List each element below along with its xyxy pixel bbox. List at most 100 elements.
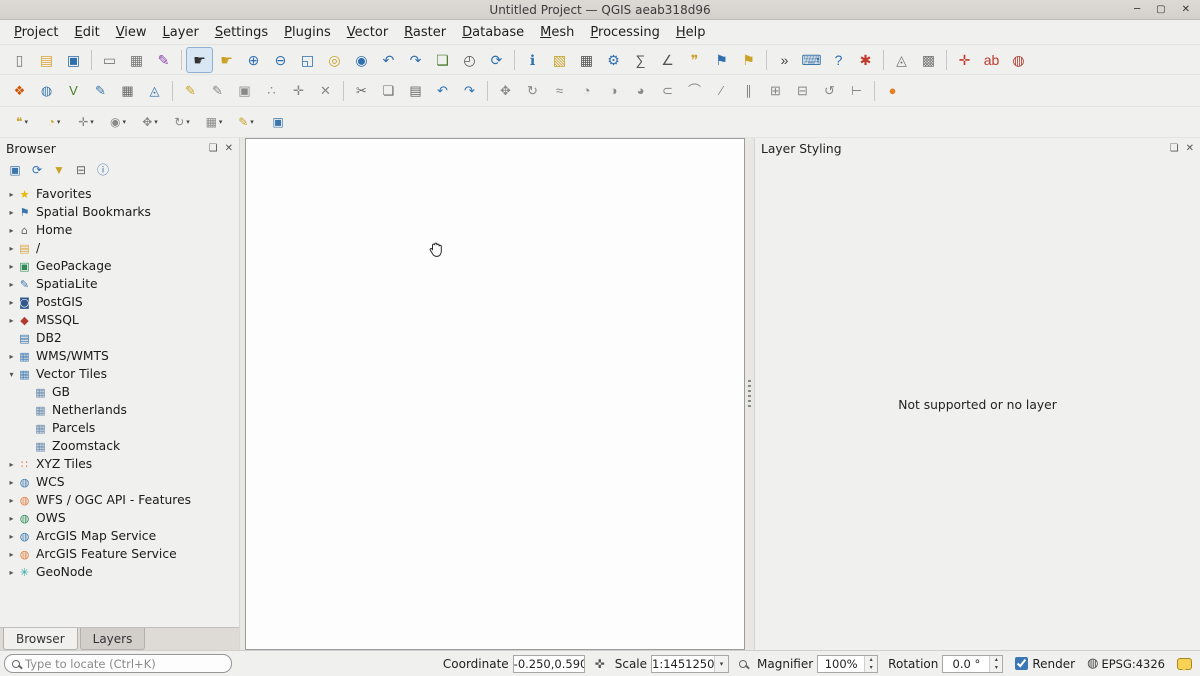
tree-item-netherlands[interactable]: ▦Netherlands bbox=[0, 401, 239, 419]
measure-line-button[interactable]: ∠ bbox=[654, 47, 681, 73]
offset-curve-button[interactable]: ⌒ bbox=[681, 78, 708, 104]
select-features-button[interactable]: ▧ bbox=[546, 47, 573, 73]
trim-extend-button[interactable]: ⊢ bbox=[843, 78, 870, 104]
menu-help[interactable]: Help bbox=[668, 21, 714, 44]
tree-item-geopackage[interactable]: ▸▣GeoPackage bbox=[0, 257, 239, 275]
rotate-point-symbols-button[interactable]: ↺ bbox=[816, 78, 843, 104]
zoom-out-button[interactable]: ⊖ bbox=[267, 47, 294, 73]
magnifier-spinbox[interactable]: ▴ ▾ bbox=[817, 655, 878, 673]
panel-splitter[interactable] bbox=[745, 138, 754, 650]
show-hide-labels-button[interactable]: ◉▾ bbox=[102, 110, 134, 134]
toggle-editing-button[interactable]: ✎ bbox=[204, 78, 231, 104]
scale-input[interactable] bbox=[652, 656, 714, 672]
tree-item-mssql[interactable]: ▸◆MSSQL bbox=[0, 311, 239, 329]
menu-mesh[interactable]: Mesh bbox=[532, 21, 582, 44]
current-edits-button[interactable]: ✎ bbox=[177, 78, 204, 104]
render-checkbox[interactable] bbox=[1015, 657, 1028, 670]
spin-down-icon[interactable]: ▾ bbox=[865, 664, 877, 672]
expander-icon[interactable]: ▸ bbox=[6, 496, 17, 505]
rotation-input[interactable] bbox=[943, 656, 989, 672]
close-button[interactable]: ✕ bbox=[1182, 4, 1190, 15]
expander-icon[interactable]: ▸ bbox=[6, 190, 17, 199]
menu-layer[interactable]: Layer bbox=[155, 21, 207, 44]
dropdown-arrow-icon[interactable]: ▾ bbox=[219, 118, 223, 126]
layer-styling-close-button[interactable]: ✕ bbox=[1186, 143, 1194, 154]
expander-icon[interactable]: ▸ bbox=[6, 226, 17, 235]
new-project-button[interactable]: ▯ bbox=[6, 47, 33, 73]
merge-features-button[interactable]: ⊞ bbox=[762, 78, 789, 104]
zoom-full-button[interactable]: ◱ bbox=[294, 47, 321, 73]
zoom-last-button[interactable]: ↶ bbox=[375, 47, 402, 73]
raster-calculator-button[interactable]: ▩ bbox=[915, 47, 942, 73]
change-label-properties-button[interactable]: ▦▾ bbox=[198, 110, 230, 134]
vertex-tool-button[interactable]: ✛ bbox=[285, 78, 312, 104]
merge-feature-attributes-button[interactable]: ⊟ bbox=[789, 78, 816, 104]
open-project-button[interactable]: ▤ bbox=[33, 47, 60, 73]
add-selected-layers-button[interactable]: ▣ bbox=[4, 160, 26, 180]
help-contents-button[interactable]: ? bbox=[825, 47, 852, 73]
new-spatialite-layer-button[interactable]: ✎ bbox=[87, 78, 114, 104]
magnifier-spin-arrows[interactable]: ▴ ▾ bbox=[864, 656, 877, 672]
zoom-in-button[interactable]: ⊕ bbox=[240, 47, 267, 73]
pan-map-button[interactable]: ☛ bbox=[186, 47, 213, 73]
add-raster-layer-button[interactable]: ▦ bbox=[114, 78, 141, 104]
cut-features-button[interactable]: ✂ bbox=[348, 78, 375, 104]
tree-item-postgis[interactable]: ▸◙PostGIS bbox=[0, 293, 239, 311]
tree-item-xyz-tiles[interactable]: ▸∷XYZ Tiles bbox=[0, 455, 239, 473]
statistical-summary-button[interactable]: ∑ bbox=[627, 47, 654, 73]
dropdown-arrow-icon[interactable]: ▾ bbox=[154, 118, 158, 126]
annotation-tools-button[interactable]: ✎▾ bbox=[230, 110, 262, 134]
expander-icon[interactable]: ▸ bbox=[6, 478, 17, 487]
map-canvas[interactable] bbox=[245, 138, 745, 650]
redo-button[interactable]: ↷ bbox=[456, 78, 483, 104]
menu-raster[interactable]: Raster bbox=[396, 21, 454, 44]
tree-item-spatial-bookmarks[interactable]: ▸⚑Spatial Bookmarks bbox=[0, 203, 239, 221]
dropdown-arrow-icon[interactable]: ▾ bbox=[186, 118, 190, 126]
tree-item-home[interactable]: ▸⌂Home bbox=[0, 221, 239, 239]
zoom-to-layer-button[interactable]: ◉ bbox=[348, 47, 375, 73]
move-features-button[interactable]: ✥ bbox=[492, 78, 519, 104]
tree-item-geonode[interactable]: ▸✳GeoNode bbox=[0, 563, 239, 581]
layer-styling-float-button[interactable]: ❏ bbox=[1170, 143, 1179, 154]
spin-down-icon[interactable]: ▾ bbox=[990, 664, 1002, 672]
expander-icon[interactable]: ▸ bbox=[6, 550, 17, 559]
spin-up-icon[interactable]: ▴ bbox=[865, 656, 877, 664]
add-wms-layer-button[interactable]: ◍ bbox=[33, 78, 60, 104]
expander-icon[interactable]: ▸ bbox=[6, 316, 17, 325]
minimize-button[interactable]: ─ bbox=[1134, 4, 1140, 15]
osm-search-button[interactable]: ◍ bbox=[1005, 47, 1032, 73]
copy-features-button[interactable]: ❏ bbox=[375, 78, 402, 104]
mesh-calculator-button[interactable]: ◬ bbox=[888, 47, 915, 73]
add-point-feature-button[interactable]: ∴ bbox=[258, 78, 285, 104]
expander-icon[interactable]: ▸ bbox=[6, 298, 17, 307]
messages-icon[interactable] bbox=[1177, 658, 1192, 670]
new-spatial-bookmark-button[interactable]: ⚑ bbox=[708, 47, 735, 73]
add-mesh-layer-button[interactable]: ◬ bbox=[141, 78, 168, 104]
menu-settings[interactable]: Settings bbox=[207, 21, 276, 44]
expander-icon[interactable]: ▸ bbox=[6, 244, 17, 253]
expander-icon[interactable]: ▸ bbox=[6, 532, 17, 541]
new-print-layout-button[interactable]: ▭ bbox=[96, 47, 123, 73]
rotation-spinbox[interactable]: ▴ ▾ bbox=[942, 655, 1003, 673]
tree-item-wcs[interactable]: ▸◍WCS bbox=[0, 473, 239, 491]
expander-icon[interactable]: ▸ bbox=[6, 352, 17, 361]
tree-item-arcgis-map-service[interactable]: ▸◍ArcGIS Map Service bbox=[0, 527, 239, 545]
expander-icon[interactable]: ▸ bbox=[6, 514, 17, 523]
extents-toggle-icon[interactable]: ✜ bbox=[595, 657, 605, 671]
tree-item-root[interactable]: ▸▤/ bbox=[0, 239, 239, 257]
labeling-abc-button[interactable]: ab bbox=[978, 47, 1005, 73]
show-spatial-bookmarks-button[interactable]: ⚑ bbox=[735, 47, 762, 73]
coordinate-input[interactable] bbox=[513, 655, 585, 673]
tree-item-gb[interactable]: ▦GB bbox=[0, 383, 239, 401]
tree-item-db2[interactable]: ▤DB2 bbox=[0, 329, 239, 347]
crs-globe-icon[interactable]: ◍ bbox=[1087, 656, 1098, 671]
rotate-label-button[interactable]: ↻▾ bbox=[166, 110, 198, 134]
python-console-button[interactable]: ⌨ bbox=[798, 47, 825, 73]
expander-icon[interactable]: ▸ bbox=[6, 262, 17, 271]
tree-item-parcels[interactable]: ▦Parcels bbox=[0, 419, 239, 437]
save-layer-edits-button[interactable]: ▣ bbox=[231, 78, 258, 104]
processing-toolbox-button[interactable]: ⚙ bbox=[600, 47, 627, 73]
tree-item-favorites[interactable]: ▸★Favorites bbox=[0, 185, 239, 203]
new-shapefile-layer-button[interactable]: V bbox=[60, 78, 87, 104]
simplify-feature-button[interactable]: ≈ bbox=[546, 78, 573, 104]
